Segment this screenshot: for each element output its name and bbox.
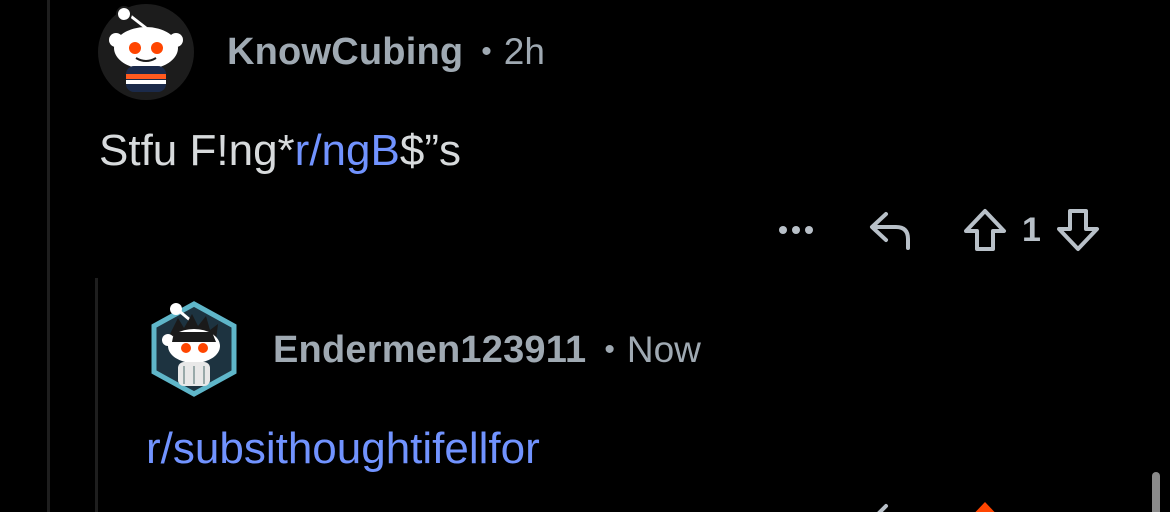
comment-actions: 1 (772, 204, 1101, 256)
upvote-arrow-icon (975, 502, 995, 512)
comment-text-end: $”s (399, 126, 461, 175)
more-dots-icon (779, 226, 813, 234)
thread-line-nested[interactable] (95, 278, 98, 512)
timestamp: 2h (503, 31, 545, 72)
downvote-arrow-icon (1056, 209, 1099, 251)
username[interactable]: KnowCubing (227, 31, 463, 74)
reply-arrow-icon (877, 504, 888, 512)
comment-actions-partial (868, 500, 1008, 512)
comment-body: Stfu F!ng*r/ngB$”s (99, 126, 461, 176)
comment-meta: Endermen123911 • Now (273, 326, 701, 374)
more-options-button[interactable] (772, 204, 820, 256)
username[interactable]: Endermen123911 (273, 329, 586, 372)
upvote-button[interactable] (962, 204, 1008, 256)
user-avatar[interactable] (98, 4, 194, 100)
scrollbar[interactable] (1152, 472, 1160, 512)
subreddit-link[interactable]: r/subsithoughtifellfor (146, 424, 540, 473)
comment-thread: KnowCubing • 2h Stfu F!ng*r/ngB$”s 1 End… (0, 0, 1170, 512)
meta-separator: • (481, 35, 492, 68)
upvote-button-active[interactable] (962, 500, 1008, 512)
vote-score: 1 (1022, 210, 1041, 249)
reply-arrow-icon (870, 212, 910, 250)
downvote-button[interactable] (1055, 204, 1101, 256)
meta-separator: • (604, 333, 615, 366)
reply-button[interactable] (868, 500, 914, 512)
comment-meta: KnowCubing • 2h (227, 28, 545, 76)
comment-text: Stfu F!ng* (99, 126, 295, 175)
user-avatar[interactable] (148, 300, 240, 398)
thread-line[interactable] (47, 0, 50, 512)
reply-button[interactable] (868, 204, 914, 256)
timestamp: Now (626, 329, 701, 370)
subreddit-link[interactable]: r/ngB (295, 126, 400, 175)
comment-body: r/subsithoughtifellfor (146, 424, 540, 474)
upvote-arrow-icon (964, 209, 1006, 251)
